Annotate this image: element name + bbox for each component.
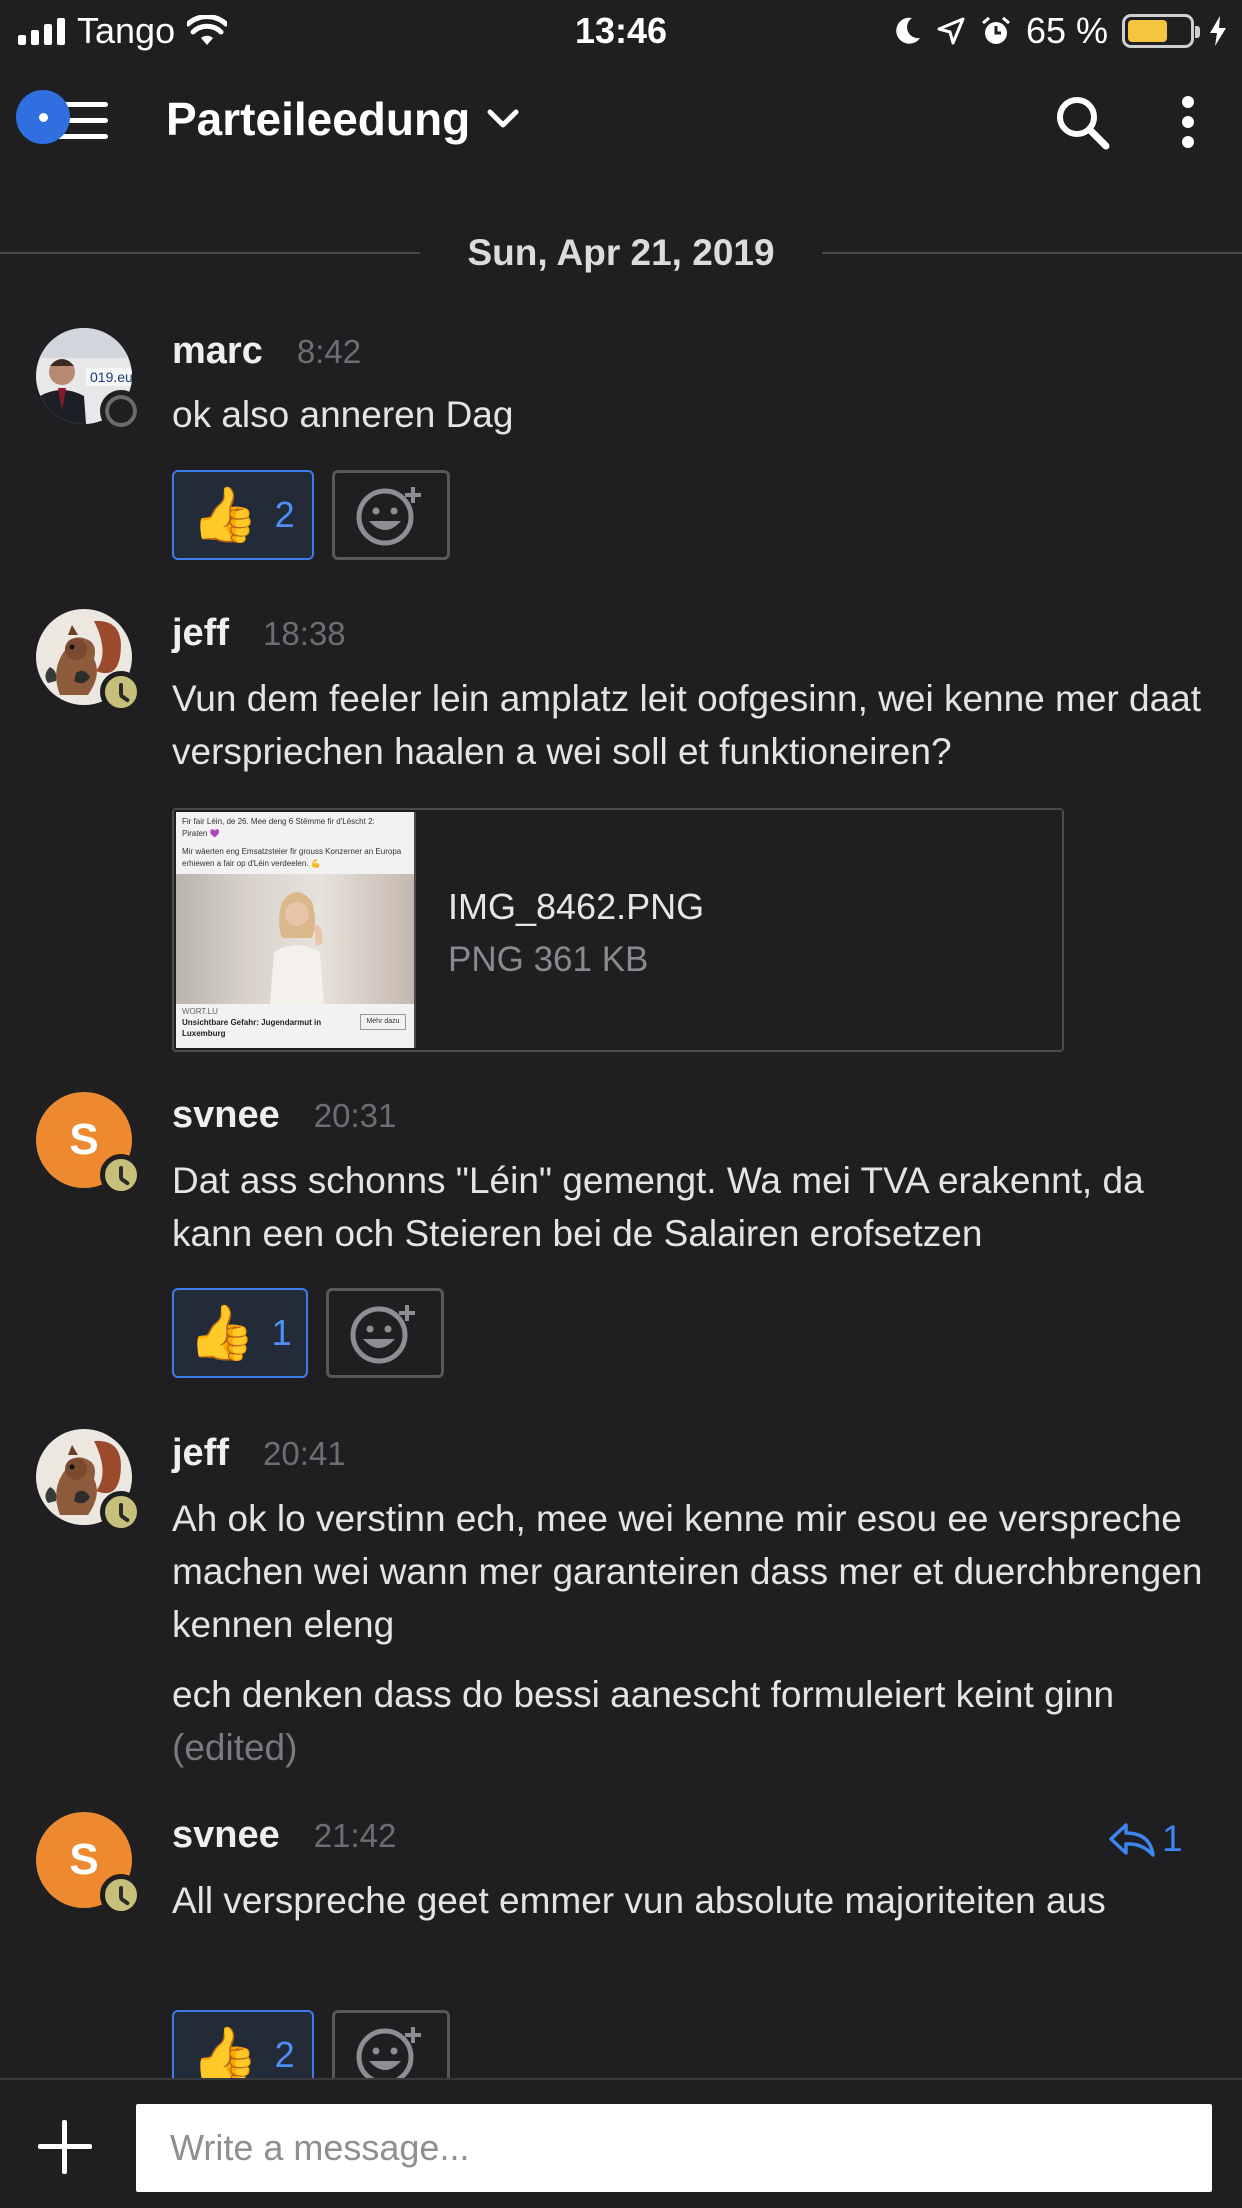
channel-name: Parteileedung (166, 93, 471, 145)
username[interactable]: jeff (172, 1432, 229, 1475)
reactions: 👍 2 (172, 470, 450, 560)
message-meta: svnee 21:42 (172, 1814, 396, 1857)
timestamp: 18:38 (263, 615, 346, 652)
message-text: Ah ok lo verstinn ech, mee wei kenne mir… (172, 1498, 1203, 1645)
status-away-indicator (100, 1874, 142, 1916)
message-meta: jeff 20:41 (172, 1432, 346, 1475)
message-text: ok also anneren Dag (172, 394, 514, 435)
search-icon[interactable] (1052, 92, 1112, 152)
timestamp: 8:42 (296, 333, 362, 370)
add-reaction-icon (350, 1305, 415, 1364)
reaction-count: 2 (274, 494, 295, 535)
add-reaction-button[interactable] (332, 470, 450, 560)
wifi-icon (187, 15, 228, 45)
message-text-followup: ech denken dass do bessi aanescht formul… (172, 1674, 1115, 1768)
file-name: IMG_8462.PNG (448, 886, 705, 927)
username[interactable]: svnee (172, 1814, 280, 1857)
add-reaction-button[interactable] (326, 1288, 444, 1378)
moon-icon (896, 17, 920, 44)
svg-text:019.eu: 019.eu (90, 369, 132, 385)
battery-percent: 65 % (1025, 10, 1108, 51)
unread-indicator (16, 90, 70, 144)
status-bar-right: 65 % (894, 10, 1228, 52)
signal-icon (18, 17, 65, 45)
edited-label: (edited) (172, 1727, 298, 1768)
date-divider: Sun, Apr 21, 2019 (0, 232, 1242, 273)
thumbs-up-emoji: 👍 (188, 1303, 256, 1363)
charging-icon (1210, 16, 1226, 46)
message-composer (0, 2078, 1242, 2208)
thumb-header-text: Fir fair Léin, de 26. Mee deng 6 Stëmme … (182, 817, 402, 868)
channel-title-button[interactable]: Parteileedung (166, 92, 520, 146)
avatar[interactable] (36, 1429, 142, 1533)
username[interactable]: marc (172, 330, 263, 373)
file-attachment[interactable]: Fir fair Léin, de 26. Mee deng 6 Stëmme … (172, 808, 1064, 1052)
plus-icon[interactable] (30, 2112, 100, 2182)
thumbs-up-emoji: 👍 (191, 485, 259, 545)
menu-button[interactable] (16, 78, 116, 158)
message-text: Dat ass schonns "Léin" gemengt. Wa mei T… (172, 1160, 1144, 1254)
status-offline-indicator (100, 390, 142, 432)
timestamp: 20:31 (313, 1097, 397, 1134)
thumb-person (270, 892, 324, 1004)
more-vertical-icon[interactable] (1168, 92, 1208, 152)
timestamp: 20:41 (263, 1435, 346, 1472)
avatar[interactable]: S (36, 1812, 142, 1916)
status-away-indicator (100, 671, 142, 713)
reaction-count: 2 (274, 2034, 295, 2075)
thumb-more-button: Mehr dazu (360, 1014, 406, 1030)
add-reaction-icon (356, 487, 421, 546)
message-meta: svnee 20:31 (172, 1094, 396, 1137)
alarm-icon (981, 16, 1010, 44)
reactions: 👍 1 (172, 1288, 444, 1378)
thread-replies-button[interactable]: 1 (1108, 1818, 1183, 1860)
timestamp: 21:42 (313, 1817, 397, 1854)
thumb-caption: WORT.LU Unsichtbare Gefahr: Jugendarmut … (182, 1007, 322, 1038)
username[interactable]: svnee (172, 1094, 280, 1137)
reaction-count: 1 (271, 1312, 292, 1353)
file-info: PNG 361 KB (448, 940, 649, 979)
channel-header: Parteileedung (0, 62, 1242, 188)
status-bar: Tango 13:46 65 % (0, 0, 1242, 62)
message-meta: jeff 18:38 (172, 612, 346, 655)
username[interactable]: jeff (172, 612, 229, 655)
thumbs-up-emoji: 👍 (191, 2025, 259, 2085)
avatar[interactable]: S (36, 1092, 142, 1196)
carrier-name: Tango (77, 10, 176, 51)
attachment-thumbnail[interactable]: Fir fair Léin, de 26. Mee deng 6 Stëmme … (176, 812, 416, 1048)
reaction-thumbs-up[interactable]: 👍 2 (172, 470, 314, 560)
message-text: All verspreche geet emmer vun absolute m… (172, 1880, 1106, 1921)
battery-icon (1122, 14, 1200, 48)
avatar[interactable]: 019.eu (36, 328, 142, 432)
reply-icon (1109, 1823, 1155, 1857)
avatar[interactable] (36, 609, 142, 713)
status-bar-left: Tango (18, 10, 228, 52)
location-icon (937, 17, 965, 45)
status-away-indicator (100, 1491, 142, 1533)
reaction-thumbs-up[interactable]: 👍 1 (172, 1288, 308, 1378)
message-text: Vun dem feeler lein amplatz leit oofgesi… (172, 678, 1202, 772)
reply-count: 1 (1162, 1818, 1183, 1859)
message-meta: marc 8:42 (172, 330, 361, 373)
message-input[interactable] (136, 2104, 1212, 2192)
status-away-indicator (100, 1154, 142, 1196)
chevron-down-icon (487, 109, 519, 128)
